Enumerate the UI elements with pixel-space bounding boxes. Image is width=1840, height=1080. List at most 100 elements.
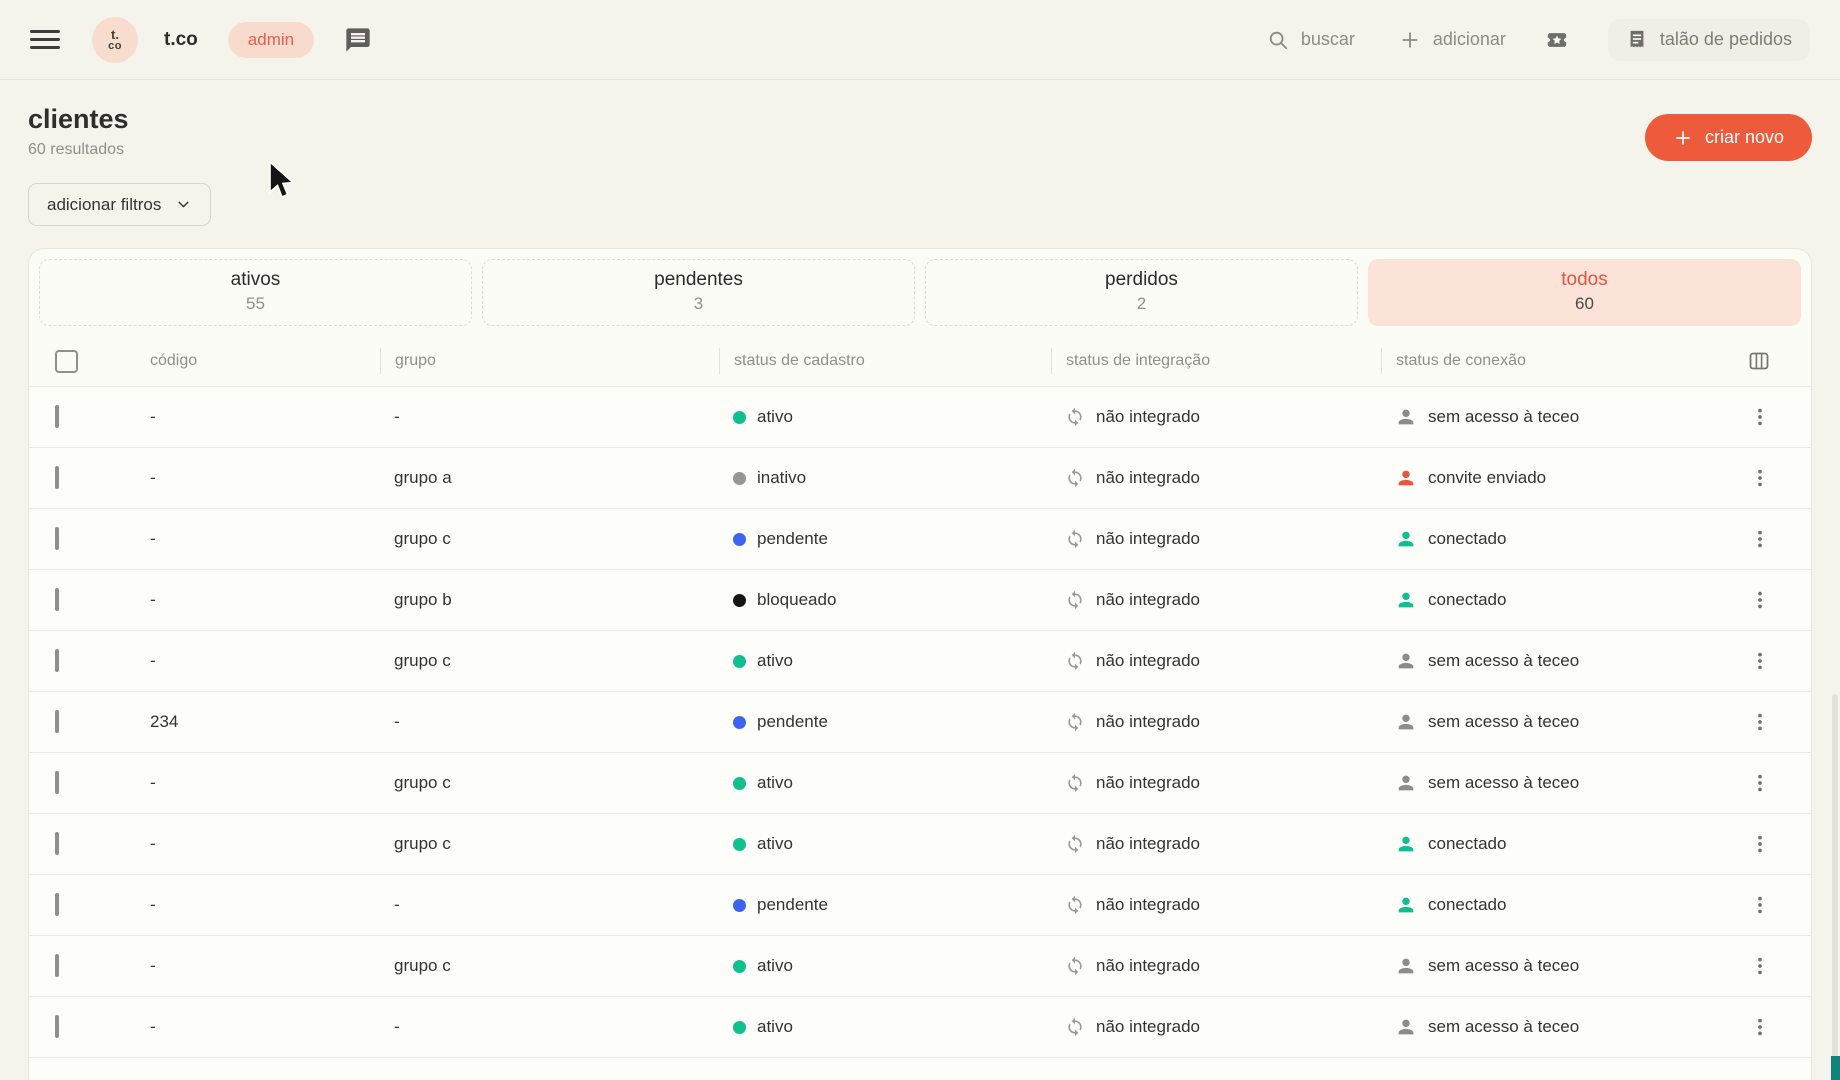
create-new-button[interactable]: criar novo — [1645, 114, 1812, 161]
cell-integracao-label: não integrado — [1096, 468, 1200, 488]
table-row[interactable]: - grupo a inativo não integrado convite … — [29, 447, 1811, 508]
row-actions-kebab-icon[interactable] — [1747, 953, 1773, 979]
table-row[interactable]: - grupo c pendente não integrado conecta… — [29, 508, 1811, 569]
app-screen: t. co t.co admin buscar adicionar — [0, 0, 1840, 1080]
cell-cadastro-label: pendente — [757, 529, 828, 549]
person-icon — [1395, 772, 1417, 794]
brand-logo[interactable]: t. co — [92, 17, 138, 63]
row-checkbox[interactable] — [55, 1015, 59, 1038]
row-checkbox[interactable] — [55, 771, 59, 794]
table-row[interactable]: - - ativo não integrado sem acesso à tec… — [29, 996, 1811, 1057]
row-actions-kebab-icon[interactable] — [1747, 1014, 1773, 1040]
table-row[interactable]: - grupo c ativo não integrado sem acesso… — [29, 752, 1811, 813]
row-actions-kebab-icon[interactable] — [1747, 648, 1773, 674]
column-header-codigo[interactable]: código — [150, 348, 394, 374]
sync-icon — [1065, 895, 1085, 915]
cell-codigo: - — [150, 1017, 394, 1037]
table-row[interactable]: - grupo c ativo não integrado sem acesso… — [29, 935, 1811, 996]
cell-integracao-label: não integrado — [1096, 1017, 1200, 1037]
table-row[interactable]: - - ativo não integrado sem acesso à tec… — [29, 386, 1811, 447]
cell-conexao: sem acesso à teceo — [1395, 711, 1747, 733]
receipt-icon — [1626, 29, 1648, 51]
row-checkbox[interactable] — [55, 710, 59, 733]
cell-integracao: não integrado — [1065, 590, 1395, 610]
column-settings-icon[interactable] — [1747, 349, 1771, 373]
cell-cadastro: ativo — [733, 773, 1065, 793]
cell-grupo: grupo c — [394, 651, 733, 671]
row-actions-kebab-icon[interactable] — [1747, 587, 1773, 613]
admin-badge[interactable]: admin — [228, 22, 314, 58]
tab-ativos[interactable]: ativos 55 — [39, 259, 472, 326]
search-button[interactable]: buscar — [1267, 29, 1355, 51]
row-checkbox[interactable] — [55, 832, 59, 855]
row-actions-kebab-icon[interactable] — [1747, 709, 1773, 735]
cell-cadastro-label: bloqueado — [757, 590, 836, 610]
cell-conexao-label: sem acesso à teceo — [1428, 651, 1579, 671]
row-actions-kebab-icon[interactable] — [1747, 892, 1773, 918]
table-row[interactable]: - grupo b bloqueado não integrado conect… — [29, 569, 1811, 630]
cell-integracao-label: não integrado — [1096, 529, 1200, 549]
chat-icon[interactable] — [344, 25, 374, 55]
cell-integracao-label: não integrado — [1096, 834, 1200, 854]
clients-card: ativos 55 pendentes 3 perdidos 2 todos 6… — [28, 248, 1812, 1080]
row-checkbox[interactable] — [55, 649, 59, 672]
cell-cadastro: ativo — [733, 407, 1065, 427]
status-dot — [733, 960, 746, 973]
cell-cadastro: ativo — [733, 956, 1065, 976]
cell-conexao: convite enviado — [1395, 467, 1747, 489]
column-header-conexao[interactable]: status de conexão — [1381, 348, 1747, 374]
status-dot — [733, 655, 746, 668]
row-checkbox[interactable] — [55, 527, 59, 550]
cell-codigo: - — [150, 895, 394, 915]
row-checkbox[interactable] — [55, 893, 59, 916]
loyalty-button[interactable] — [1546, 29, 1568, 51]
cell-conexao-label: sem acesso à teceo — [1428, 407, 1579, 427]
cell-cadastro: inativo — [733, 468, 1065, 488]
plus-icon — [1673, 128, 1693, 148]
hamburger-menu-icon[interactable] — [30, 30, 60, 49]
cell-grupo: - — [394, 712, 733, 732]
cell-conexao-label: sem acesso à teceo — [1428, 712, 1579, 732]
table-row[interactable]: - grupo c ativo não integrado conectado — [29, 813, 1811, 874]
row-checkbox[interactable] — [55, 405, 59, 428]
table-row[interactable]: 234 - pendente não integrado sem acesso … — [29, 691, 1811, 752]
table-row[interactable]: - grupo c ativo não integrado sem acesso… — [29, 630, 1811, 691]
cell-cadastro-label: ativo — [757, 651, 793, 671]
row-checkbox[interactable] — [55, 588, 59, 611]
sync-icon — [1065, 712, 1085, 732]
table-row[interactable]: - - pendente não integrado conectado — [29, 874, 1811, 935]
scrollbar-track[interactable] — [1832, 694, 1838, 1080]
column-header-grupo[interactable]: grupo — [380, 348, 733, 374]
cell-codigo: - — [150, 773, 394, 793]
row-checkbox[interactable] — [55, 466, 59, 489]
cell-integracao: não integrado — [1065, 773, 1395, 793]
column-header-cadastro[interactable]: status de cadastro — [719, 348, 1065, 374]
row-actions-kebab-icon[interactable] — [1747, 831, 1773, 857]
add-filters-label: adicionar filtros — [47, 195, 161, 215]
select-all-checkbox[interactable] — [55, 350, 78, 373]
page-title: clientes — [28, 104, 129, 135]
cell-codigo: - — [150, 590, 394, 610]
row-actions-kebab-icon[interactable] — [1747, 404, 1773, 430]
tab-todos[interactable]: todos 60 — [1368, 259, 1801, 326]
orders-button[interactable]: talão de pedidos — [1608, 19, 1810, 61]
cell-integracao: não integrado — [1065, 651, 1395, 671]
scrollbar-thumb[interactable] — [1831, 1056, 1840, 1080]
row-actions-kebab-icon[interactable] — [1747, 526, 1773, 552]
tab-perdidos[interactable]: perdidos 2 — [925, 259, 1358, 326]
mouse-cursor — [266, 160, 296, 202]
tab-pendentes[interactable]: pendentes 3 — [482, 259, 915, 326]
cell-cadastro: ativo — [733, 1017, 1065, 1037]
cell-integracao-label: não integrado — [1096, 590, 1200, 610]
add-filters-button[interactable]: adicionar filtros — [28, 183, 211, 226]
sync-icon — [1065, 651, 1085, 671]
column-header-integracao[interactable]: status de integração — [1051, 348, 1395, 374]
row-actions-kebab-icon[interactable] — [1747, 770, 1773, 796]
add-button[interactable]: adicionar — [1399, 29, 1506, 51]
cell-cadastro-label: ativo — [757, 834, 793, 854]
row-checkbox[interactable] — [55, 954, 59, 977]
cell-conexao: sem acesso à teceo — [1395, 406, 1747, 428]
cell-cadastro-label: pendente — [757, 895, 828, 915]
cell-integracao: não integrado — [1065, 712, 1395, 732]
row-actions-kebab-icon[interactable] — [1747, 465, 1773, 491]
